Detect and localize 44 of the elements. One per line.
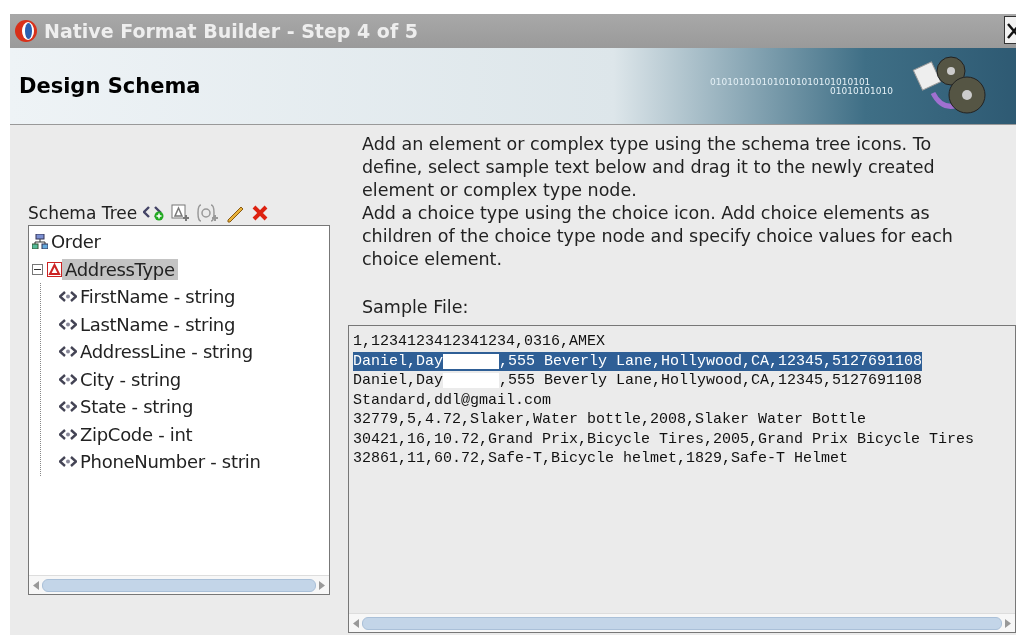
tree-item[interactable]: City - string xyxy=(77,368,184,390)
diamond-arrows-icon xyxy=(59,401,77,413)
add-choice-icon[interactable] xyxy=(197,204,220,222)
sample-line[interactable]: Daniel,Day ,555 Beverly Lane,Hollywood,CA,12345,5127691108 xyxy=(353,371,1011,391)
binary-text: 0101010101010101010101010101 01010101010 xyxy=(710,78,893,96)
diamond-arrows-icon xyxy=(59,346,77,358)
diamond-arrows-icon xyxy=(59,428,77,440)
diamond-arrows-icon xyxy=(59,456,77,468)
instruction-text: Add a choice type using the choice icon. Add choice elements as children of the choice type node and specify choice values for each choice element. xyxy=(361,202,954,271)
diamond-arrows-icon xyxy=(59,291,77,303)
close-button[interactable] xyxy=(1004,16,1016,44)
scroll-left-icon[interactable] xyxy=(353,618,360,628)
sample-line[interactable]: 32861,11,60.72,Safe-T,Bicycle helmet,1829,Safe-T Helmet xyxy=(353,449,1011,469)
scroll-left-icon[interactable] xyxy=(33,580,40,590)
delete-icon[interactable] xyxy=(251,204,270,222)
tree-item[interactable]: PhoneNumber - strin xyxy=(77,451,264,473)
app-logo-icon xyxy=(14,19,38,43)
tree-item[interactable]: AddressLine - string xyxy=(77,341,256,363)
scroll-right-icon[interactable] xyxy=(1004,618,1011,628)
sample-file-label: Sample File: xyxy=(362,297,470,317)
instruction-text: Add an element or complex type using the schema tree icons. To define, select sample text below and drag it to the newly created element or complex type node. xyxy=(361,133,936,202)
add-element-icon[interactable] xyxy=(143,205,166,221)
tree-item[interactable]: LastName - string xyxy=(77,313,239,335)
diamond-arrows-icon xyxy=(59,318,77,330)
collapse-toggle[interactable] xyxy=(32,263,43,275)
tree-item[interactable]: ZipCode - int xyxy=(77,423,196,445)
scroll-right-icon[interactable] xyxy=(318,580,325,590)
window-title: Native Format Builder - Step 4 of 5 xyxy=(44,20,419,42)
diamond-arrows-icon xyxy=(59,373,77,385)
triangle-box-icon xyxy=(47,261,62,277)
tree-item[interactable]: FirstName - string xyxy=(77,286,239,308)
sample-line[interactable]: 32779,5,4.72,Slaker,Water bottle,2008,Slaker Water Bottle xyxy=(353,410,1011,430)
scroll-thumb[interactable] xyxy=(362,616,1002,630)
tree-item[interactable]: State - string xyxy=(77,396,197,418)
hierarchy-icon xyxy=(32,234,48,250)
sample-line[interactable]: Standard,ddl@gmail.com xyxy=(353,390,1011,410)
sample-line[interactable]: 30421,16,10.72,Grand Prix,Bicycle Tires,2005,Grand Prix Bicycle Tires xyxy=(353,429,1011,449)
scroll-thumb[interactable] xyxy=(42,578,316,592)
schema-tree-label: Schema Tree xyxy=(28,203,138,223)
tree-item[interactable]: Order xyxy=(48,231,104,253)
sample-line[interactable]: 1,1234123412341234,0316,AMEX xyxy=(353,332,1011,352)
add-complex-type-icon[interactable] xyxy=(171,204,192,222)
tree-item[interactable]: AddressType xyxy=(62,258,178,280)
page-title: Design Schema xyxy=(19,74,201,98)
